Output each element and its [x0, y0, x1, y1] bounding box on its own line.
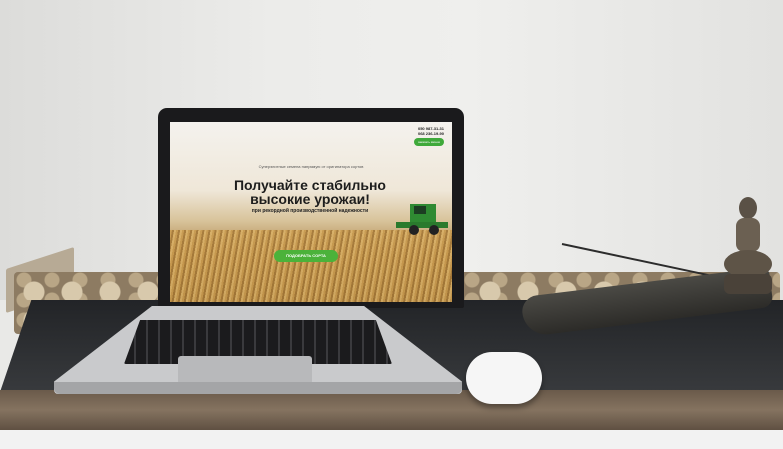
- site-headline: Получайте стабильно высокие урожаи!: [233, 177, 386, 207]
- site-tagline: Суперэлитные семена напрямую от оригинат…: [258, 164, 364, 169]
- laptop-lid: 050 987-31-31 068 236-19-90 заказать зво…: [158, 108, 464, 308]
- laptop-screen: 050 987-31-31 068 236-19-90 заказать зво…: [170, 122, 452, 302]
- floor: [0, 430, 783, 449]
- phone-2[interactable]: 068 236-19-90: [418, 131, 444, 136]
- site-phones: 050 987-31-31 068 236-19-90: [418, 126, 444, 136]
- site-subheadline: при рекордной производственной надежност…: [251, 208, 369, 214]
- buddha-statue: [724, 197, 772, 294]
- select-varieties-button[interactable]: ПОДОБРАТЬ СОРТА: [274, 250, 338, 262]
- wireless-mouse: [466, 352, 542, 404]
- callback-button[interactable]: заказать звонок: [413, 138, 444, 146]
- photo-scene: 050 987-31-31 068 236-19-90 заказать зво…: [0, 0, 783, 449]
- wheat-field-image: [170, 230, 452, 302]
- laptop-trackpad: [178, 356, 312, 384]
- desk-edge: [0, 390, 783, 430]
- laptop-base-front: [54, 382, 462, 394]
